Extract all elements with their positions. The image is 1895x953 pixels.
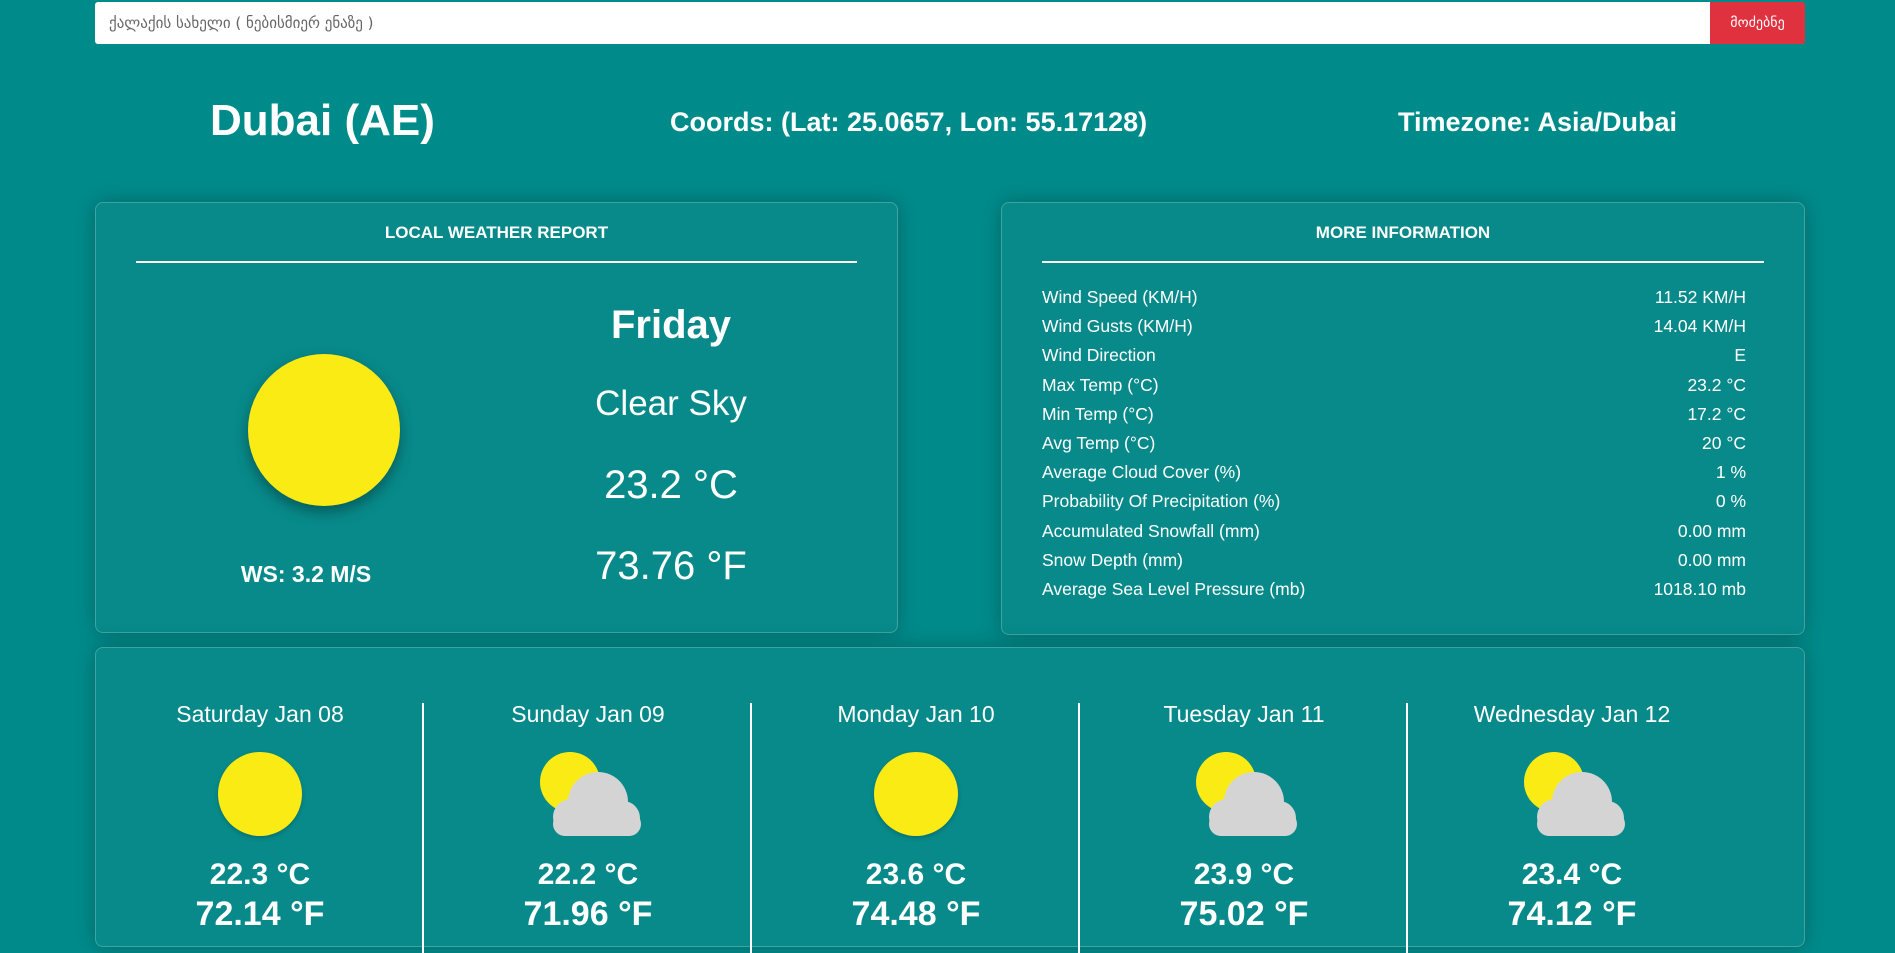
info-row: Max Temp (°C) 23.2 °C xyxy=(1042,375,1746,404)
city-title: Dubai (AE) xyxy=(210,96,435,145)
info-label: Min Temp (°C) xyxy=(1042,403,1154,424)
panel-title: MORE INFORMATION xyxy=(1042,223,1764,263)
info-label: Wind Direction xyxy=(1042,345,1156,366)
info-row: Avg Temp (°C) 20 °C xyxy=(1042,433,1746,462)
info-value: 11.52 KM/H xyxy=(1654,287,1746,307)
info-label: Snow Depth (mm) xyxy=(1042,549,1184,570)
timezone: Timezone: Asia/Dubai xyxy=(1398,107,1678,137)
forecast-date: Saturday Jan 08 xyxy=(176,701,344,727)
wind-speed: WS: 3.2 M/S xyxy=(240,561,372,587)
info-row: Accumulated Snowfall (mm) 0.00 mm xyxy=(1042,521,1746,550)
info-row: Average Cloud Cover (%) 1 % xyxy=(1042,462,1746,491)
info-label: Wind Gusts (KM/H) xyxy=(1042,316,1193,337)
sun-icon xyxy=(218,752,302,836)
forecast-icon xyxy=(96,752,424,842)
temperature-celsius: 23.2 °C xyxy=(604,463,738,507)
forecast-temp-f: 71.96 °F xyxy=(523,895,653,933)
panel-title: LOCAL WEATHER REPORT xyxy=(136,223,857,263)
info-value: 1 % xyxy=(1715,462,1746,483)
forecast-icon xyxy=(752,752,1080,842)
info-row: Probability Of Precipitation (%) 0 % xyxy=(1042,491,1746,520)
info-row: Snow Depth (mm) 0.00 mm xyxy=(1042,550,1746,579)
info-value: E xyxy=(1734,345,1746,366)
forecast-date: Monday Jan 10 xyxy=(837,701,995,727)
forecast-temp-f: 74.48 °F xyxy=(851,895,981,933)
info-row: Wind Direction E xyxy=(1042,345,1746,374)
coordinates: Coords: (Lat: 25.0657, Lon: 55.17128) xyxy=(670,107,1148,137)
search-button[interactable]: მოძებნე xyxy=(1710,2,1805,44)
condition: Clear Sky xyxy=(595,384,747,423)
forecast-icon xyxy=(1080,752,1408,842)
forecast-temp-f: 75.02 °F xyxy=(1179,895,1309,933)
forecast-temp-f: 72.14 °F xyxy=(195,895,325,933)
forecast-temp-c: 22.3 °C xyxy=(209,858,311,891)
forecast-day: Tuesday Jan 11 23.9 °C 75.02 °F xyxy=(1080,648,1408,953)
info-value: 17.2 °C xyxy=(1687,403,1746,424)
search-bar: მოძებნე xyxy=(95,2,1805,44)
sun-icon xyxy=(874,752,958,836)
forecast-day: Sunday Jan 09 22.2 °C 71.96 °F xyxy=(424,648,752,953)
info-label: Average Cloud Cover (%) xyxy=(1042,462,1242,483)
info-label: Wind Speed (KM/H) xyxy=(1042,287,1198,307)
temperature-fahrenheit: 73.76 °F xyxy=(595,544,747,588)
forecast-icon xyxy=(424,752,752,842)
info-value: 0 % xyxy=(1715,491,1746,512)
info-value: 23.2 °C xyxy=(1687,374,1746,395)
forecast-icon xyxy=(1408,752,1736,842)
forecast-day: Wednesday Jan 12 23.4 °C 74.12 °F xyxy=(1408,648,1736,948)
forecast-date: Wednesday Jan 12 xyxy=(1473,701,1671,727)
forecast-temp-c: 23.4 °C xyxy=(1521,858,1623,891)
sun-icon xyxy=(248,354,400,506)
info-value: 0.00 mm xyxy=(1677,549,1746,570)
forecast-date: Tuesday Jan 11 xyxy=(1163,701,1325,727)
info-row: Wind Speed (KM/H) 11.52 KM/H xyxy=(1042,287,1746,316)
info-list: Wind Speed (KM/H) 11.52 KM/H Wind Gusts (… xyxy=(1042,287,1746,608)
info-label: Probability Of Precipitation (%) xyxy=(1042,491,1281,512)
info-value: 14.04 KM/H xyxy=(1653,316,1746,337)
forecast-temp-c: 23.6 °C xyxy=(865,858,967,891)
local-weather-panel: LOCAL WEATHER REPORT WS: 3.2 M/S Friday … xyxy=(95,202,898,633)
more-information-panel: MORE INFORMATION Wind Speed (KM/H) 11.52 … xyxy=(1001,202,1805,635)
info-label: Average Sea Level Pressure (mb) xyxy=(1042,578,1306,599)
forecast-temp-c: 22.2 °C xyxy=(537,858,639,891)
info-row: Average Sea Level Pressure (mb) 1018.10 m… xyxy=(1042,579,1746,608)
forecast-day: Saturday Jan 08 22.3 °C 72.14 °F xyxy=(96,648,424,953)
partly-cloudy-icon xyxy=(1196,752,1297,836)
forecast-date: Sunday Jan 09 xyxy=(511,701,665,727)
info-value: 1018.10 mb xyxy=(1653,578,1746,599)
info-value: 0.00 mm xyxy=(1677,520,1746,541)
forecast-day: Monday Jan 10 23.6 °C 74.48 °F xyxy=(752,648,1080,953)
forecast-panel: Saturday Jan 08 22.3 °C 72.14 °F Sunday … xyxy=(95,647,1805,953)
info-label: Accumulated Snowfall (mm) xyxy=(1042,520,1260,541)
info-label: Avg Temp (°C) xyxy=(1042,432,1156,453)
partly-cloudy-icon xyxy=(540,752,641,836)
info-row: Wind Gusts (KM/H) 14.04 KM/H xyxy=(1042,316,1746,345)
city-search-input[interactable] xyxy=(95,2,1710,44)
info-row: Min Temp (°C) 17.2 °C xyxy=(1042,404,1746,433)
info-value: 20 °C xyxy=(1702,432,1746,453)
forecast-temp-c: 23.9 °C xyxy=(1193,858,1295,891)
partly-cloudy-icon xyxy=(1524,752,1625,836)
forecast-temp-f: 74.12 °F xyxy=(1507,895,1637,933)
info-label: Max Temp (°C) xyxy=(1042,374,1159,395)
weekday: Friday xyxy=(610,303,732,347)
